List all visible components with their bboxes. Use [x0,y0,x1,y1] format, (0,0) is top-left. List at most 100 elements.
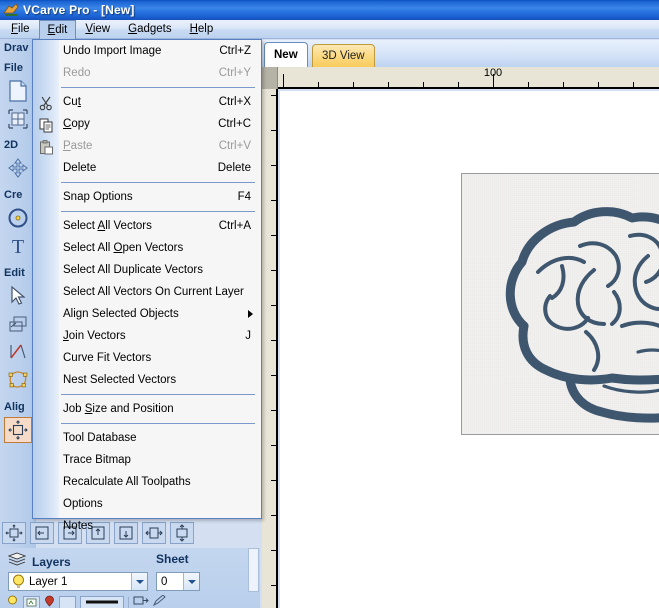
layer-new-icon[interactable] [23,595,40,608]
layers-stack-icon [7,552,27,571]
menu-item-label: Tool Database [63,432,137,444]
menu-item-label: Nest Selected Vectors [63,374,177,386]
menu-item-accelerator: F4 [237,191,251,203]
menu-item-nest-selected-vectors[interactable]: Nest Selected Vectors [33,369,261,391]
menu-item-select-all-vectors[interactable]: Select All Vectors Ctrl+A [33,215,261,237]
menu-item-cut[interactable]: Cut Ctrl+X [33,91,261,113]
draw-text-icon[interactable]: T [4,233,32,259]
layer-select[interactable]: Layer 1 [8,572,148,591]
menu-item-options[interactable]: Options [33,493,261,515]
node-edit-icon[interactable] [4,367,32,393]
menu-view[interactable]: View [76,20,119,39]
section-drawing: Drav [4,42,29,54]
menu-item-label: Undo Import Image [63,45,162,57]
menu-item-snap-options[interactable]: Snap Options F4 [33,186,261,208]
ruler-tick [633,82,634,87]
menu-item-align-selected-objects[interactable]: Align Selected Objects [33,303,261,325]
ruler-tick [271,550,276,551]
menu-item-accelerator: Ctrl+A [218,220,251,232]
menu-item-select-all-open-vectors[interactable]: Select All Open Vectors [33,237,261,259]
menu-separator [61,87,255,88]
layer-dropdown-arrow[interactable] [131,573,147,590]
ruler-tick [271,445,276,446]
section-2d-view: 2D [4,139,19,151]
align-center-both-icon[interactable] [2,522,26,544]
menu-item-label: Align Selected Objects [63,308,179,320]
menu-item-accelerator: Ctrl+X [218,96,251,108]
menu-item-label: Select All Vectors On Current Layer [63,286,244,298]
menu-item-copy[interactable]: Copy Ctrl+C [33,113,261,135]
ruler-tick [528,82,529,87]
ruler-tick [271,270,276,271]
layer-move-icon[interactable] [133,595,149,608]
menu-item-label: Notes [63,520,94,532]
ruler-tick-major [493,74,494,87]
menu-item-label: Select All Duplicate Vectors [63,264,203,276]
menu-item-tool-database[interactable]: Tool Database [33,427,261,449]
ruler-tick [271,375,276,376]
menu-separator [61,394,255,395]
menu-item-label: Cut [63,96,81,108]
sheet-select[interactable]: 0 [156,572,200,591]
section-align-objects: Alig [4,401,25,413]
menu-item-label: Options [63,498,103,510]
tab-new[interactable]: New [264,42,308,67]
layer-edit-icon[interactable] [152,594,167,608]
pan-view-icon[interactable] [4,155,32,181]
menu-item-job-size-and-position[interactable]: Job Size and Position [33,398,261,420]
drawing-canvas[interactable] [280,91,659,608]
menu-item-recalculate-all-toolpaths[interactable]: Recalculate All Toolpaths [33,471,261,493]
horizontal-ruler[interactable]: 100 [278,67,659,89]
ruler-tick [598,82,599,87]
layer-value: Layer 1 [29,575,68,588]
edit-dropdown-menu[interactable]: Undo Import Image Ctrl+Z Redo Ctrl+Y Cut Ctrl… [32,39,262,532]
layers-title: Layers [32,554,71,569]
tab-3d-view[interactable]: 3D View [312,44,375,67]
menu-item-accelerator: J [245,330,251,342]
menu-item-notes[interactable]: Notes [33,515,261,537]
menu-item-select-all-duplicate-vectors[interactable]: Select All Duplicate Vectors [33,259,261,281]
chevron-down-icon [187,579,196,584]
ruler-tick [271,235,276,236]
ruler-tick [388,82,389,87]
layers-header: Layers [7,552,71,571]
layer-marker-icon[interactable] [44,595,55,608]
menu-item-accelerator: Ctrl+C [218,118,251,130]
sheet-dropdown-arrow[interactable] [183,573,199,590]
ruler-tick [271,585,276,586]
menu-help[interactable]: Help [181,20,223,39]
offset-vectors-icon[interactable] [4,311,32,337]
menu-item-curve-fit-vectors[interactable]: Curve Fit Vectors [33,347,261,369]
title-bar: VCarve Pro - [New] [0,0,659,20]
menu-edit[interactable]: Edit [38,19,77,39]
job-setup-icon[interactable] [4,106,32,132]
menu-item-delete[interactable]: Delete Delete [33,157,261,179]
layer-visibility-icon[interactable] [6,595,19,608]
ruler-tick [353,82,354,87]
select-arrow-icon[interactable] [4,283,32,309]
brain-outline-bitmap[interactable] [461,173,659,435]
toolbar-divider [128,596,129,608]
vertical-ruler[interactable] [262,89,278,608]
menu-gadgets[interactable]: Gadgets [119,20,180,39]
menu-item-undo-import-image[interactable]: Undo Import Image Ctrl+Z [33,40,261,62]
menu-item-label: Snap Options [63,191,133,203]
draw-circle-icon[interactable] [4,205,32,231]
menu-item-select-all-vectors-on-current-layer[interactable]: Select All Vectors On Current Layer [33,281,261,303]
menu-item-accelerator: Ctrl+V [218,140,251,152]
measure-icon[interactable] [4,339,32,365]
menu-item-label: Job Size and Position [63,403,174,415]
new-file-icon[interactable] [4,78,32,104]
menu-item-label: Copy [63,118,90,130]
lightbulb-icon [12,574,25,589]
menu-item-paste: Paste Ctrl+V [33,135,261,157]
ruler-tick [423,82,424,87]
menu-item-join-vectors[interactable]: Join Vectors J [33,325,261,347]
menu-item-label: Redo [63,67,91,79]
menu-item-trace-bitmap[interactable]: Trace Bitmap [33,449,261,471]
layer-color-icon[interactable] [59,595,76,608]
layer-line-style-icon[interactable] [80,595,124,608]
align-center-icon[interactable] [4,417,32,443]
menu-file[interactable]: File [2,20,39,39]
layers-scrollbar[interactable] [248,548,259,592]
